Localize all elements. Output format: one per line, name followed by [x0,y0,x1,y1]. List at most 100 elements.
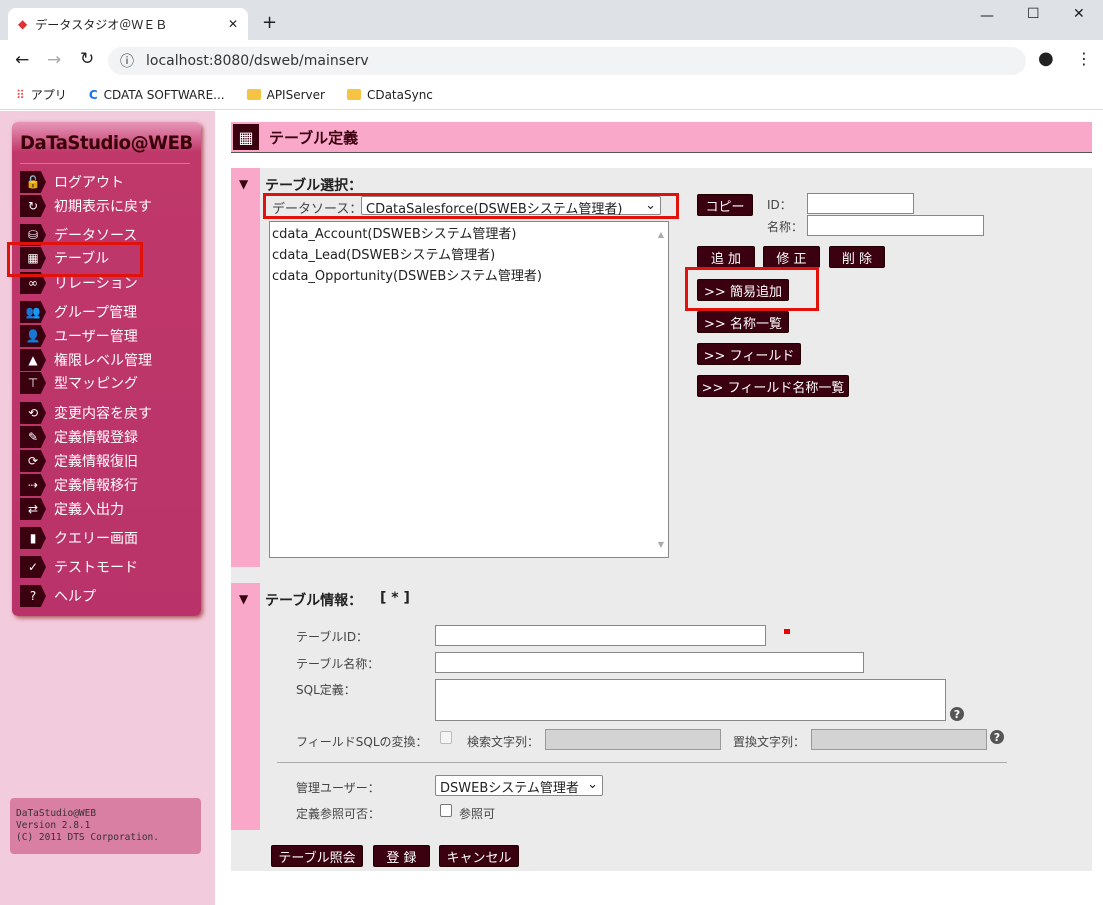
bookmark-apps[interactable]: ⠿ アプリ [16,86,67,103]
new-tab-button[interactable]: + [262,12,277,33]
copy-button[interactable]: コピー [697,194,753,216]
bookmark-apiserver[interactable]: APIServer [246,88,325,102]
search-string-input[interactable] [545,729,721,750]
tab-title: データスタジオ＠ＷＥＢ [35,17,168,32]
edit-button[interactable]: 修 正 [763,246,820,268]
sidebar-item[interactable]: ? ヘルプ [20,585,96,607]
sidebar-item[interactable]: 👥 グループ管理 [20,301,137,323]
sidebar-item-label: 変更内容を戻す [54,406,152,422]
cdata-icon: C [88,87,98,102]
ref-checkbox[interactable] [440,804,452,817]
replace-string-input[interactable] [811,729,987,750]
maximize-icon[interactable]: ☐ [1027,6,1040,22]
bookmark-label: アプリ [30,88,67,102]
nav-icon: 👥 [20,301,46,323]
back-icon[interactable]: ← [15,50,29,70]
sidebar-item[interactable]: ⇄ 定義入出力 [20,498,124,520]
section-title: テーブル情報： [265,593,363,609]
chevron-down-icon: ⌄ [587,777,598,792]
nav-icon: ▲ [20,349,46,371]
scroll-down-icon[interactable]: ▼ [658,534,664,555]
sidebar-item[interactable]: ⟳ 定義情報復旧 [20,450,138,472]
bookmark-label: CDATA SOFTWARE... [103,87,225,102]
datasource-select[interactable]: CDataSalesforce(DSWEBシステム管理者) ⌄ [361,196,661,217]
sidebar-item[interactable]: ⇢ 定義情報移行 [20,474,138,496]
sidebar-item[interactable]: ✎ 定義情報登録 [20,426,138,448]
sidebar-item[interactable]: ▮ クエリー画面 [20,527,138,549]
sidebar-item[interactable]: ⊤ 型マッピング [20,372,138,394]
table-id-input[interactable] [435,625,766,646]
id-label: ID： [767,198,792,212]
nav-icon: ⇄ [20,498,46,520]
chevron-down-icon: ⌄ [645,198,656,213]
sidebar-item-label: ユーザー管理 [54,329,138,345]
menu-icon[interactable]: ⋮ [1076,49,1092,68]
datasource-value: CDataSalesforce(DSWEBシステム管理者) [366,202,623,217]
footer-line: Version 2.8.1 [16,820,91,831]
collapse-icon[interactable]: ▼ [239,592,248,606]
bookmark-cdata[interactable]: C CDATA SOFTWARE... [89,88,225,102]
sidebar-item[interactable]: ↻ 初期表示に戻す [20,195,152,217]
url-text: localhost:8080/dsweb/mainserv [146,53,369,69]
favicon-icon: ◆ [18,17,28,31]
footer-line: (C) 2011 DTS Corporation. [16,832,159,843]
list-item[interactable]: cdata_Opportunity(DSWEBシステム管理者) [272,266,666,287]
sidebar-item-label: グループ管理 [54,305,138,321]
sidebar-item[interactable]: 🔓 ログアウト [20,171,124,193]
browser-tab[interactable]: ◆ データスタジオ＠ＷＥＢ ✕ [8,8,248,40]
nav-icon: ⟳ [20,450,46,472]
nav-icon: ✓ [20,556,46,578]
folder-icon [346,89,361,100]
table-name-input[interactable] [435,652,864,673]
field-name-list-button[interactable]: >> フィールド名称一覧 [697,375,849,397]
cancel-button[interactable]: キャンセル [439,845,519,867]
app-logo: DaTaStudio@WEB [20,132,193,154]
sidebar-item[interactable]: ⟲ 変更内容を戻す [20,402,152,424]
add-button[interactable]: 追 加 [697,246,755,268]
table-lookup-button[interactable]: テーブル照会 [271,845,363,867]
field-button[interactable]: >> フィールド [697,343,801,365]
sidebar-item-label: ログアウト [54,175,124,191]
nav-icon: ↻ [20,195,46,217]
table-id-label: テーブルID： [296,630,369,644]
nav-icon: ? [20,585,46,607]
sidebar-item[interactable]: ▲ 権限レベル管理 [20,349,152,371]
field-sql-checkbox[interactable] [440,731,452,744]
profile-icon[interactable]: ● [1038,48,1054,69]
name-input[interactable] [807,215,984,236]
page-title: テーブル定義 [269,128,359,147]
scroll-up-icon[interactable]: ▲ [658,224,664,245]
ref-checkbox-label[interactable]: 参照可 [459,805,495,822]
sidebar-item-label: ヘルプ [54,589,96,605]
quick-add-button[interactable]: >> 簡易追加 [697,279,789,301]
sidebar-item-label: 型マッピング [54,376,138,392]
sql-label: SQL定義： [296,683,356,697]
admin-user-select[interactable]: DSWEBシステム管理者 ⌄ [435,775,603,796]
sidebar-item-label: クエリー画面 [54,531,138,547]
sidebar-item[interactable]: 👤 ユーザー管理 [20,325,138,347]
name-list-button[interactable]: >> 名称一覧 [697,311,789,333]
sidebar-item-label: 定義入出力 [54,502,124,518]
url-field[interactable]: ⓘ localhost:8080/dsweb/mainserv [108,47,1026,75]
sidebar-item[interactable]: ✓ テストモード [20,556,138,578]
list-item[interactable]: cdata_Lead(DSWEBシステム管理者) [272,245,666,266]
help-icon[interactable]: ? [990,730,1004,744]
id-input[interactable] [807,193,914,214]
delete-button[interactable]: 削 除 [829,246,885,268]
register-button[interactable]: 登 録 [373,845,430,867]
forward-icon[interactable]: → [47,50,61,70]
sidebar-item-label: 定義情報復旧 [54,454,138,470]
list-item[interactable]: cdata_Account(DSWEBシステム管理者) [272,224,666,245]
ref-label: 定義参照可否： [296,807,381,821]
table-list[interactable]: cdata_Account(DSWEBシステム管理者) cdata_Lead(D… [269,221,669,558]
help-icon[interactable]: ? [950,707,964,721]
apps-icon: ⠿ [16,87,25,102]
divider [277,762,1007,763]
minimize-icon[interactable]: — [980,8,994,24]
sql-textarea[interactable] [435,679,946,721]
close-window-icon[interactable]: ✕ [1073,6,1085,22]
reload-icon[interactable]: ↻ [80,49,94,69]
close-tab-icon[interactable]: ✕ [228,17,238,31]
collapse-icon[interactable]: ▼ [239,177,248,191]
bookmark-cdatasync[interactable]: CDataSync [346,88,433,102]
